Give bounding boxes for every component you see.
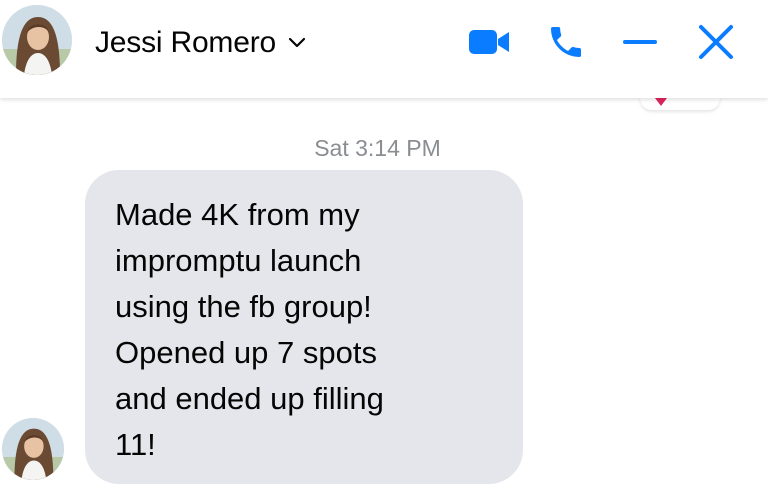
minus-icon: [623, 40, 657, 44]
contact-name-dropdown[interactable]: Jessi Romero: [95, 26, 306, 60]
chevron-down-icon: [288, 37, 306, 48]
message-text: Made 4K from my impromptu launch using t…: [115, 197, 384, 462]
video-call-button[interactable]: [465, 18, 513, 66]
heart-reaction-icon: [655, 98, 667, 106]
message-bubble[interactable]: Made 4K from my impromptu launch using t…: [85, 170, 523, 484]
chat-header: Jessi Romero: [0, 0, 768, 98]
contact-avatar[interactable]: [2, 5, 72, 75]
message-timestamp: Sat 3:14 PM: [314, 135, 441, 161]
voice-call-button[interactable]: [542, 18, 590, 66]
video-camera-icon: [469, 30, 509, 54]
contact-name: Jessi Romero: [95, 26, 276, 59]
phone-icon: [551, 27, 581, 57]
minimize-button[interactable]: [616, 18, 664, 66]
sender-avatar[interactable]: [2, 418, 64, 480]
close-icon: [699, 25, 733, 59]
close-button[interactable]: [692, 18, 740, 66]
